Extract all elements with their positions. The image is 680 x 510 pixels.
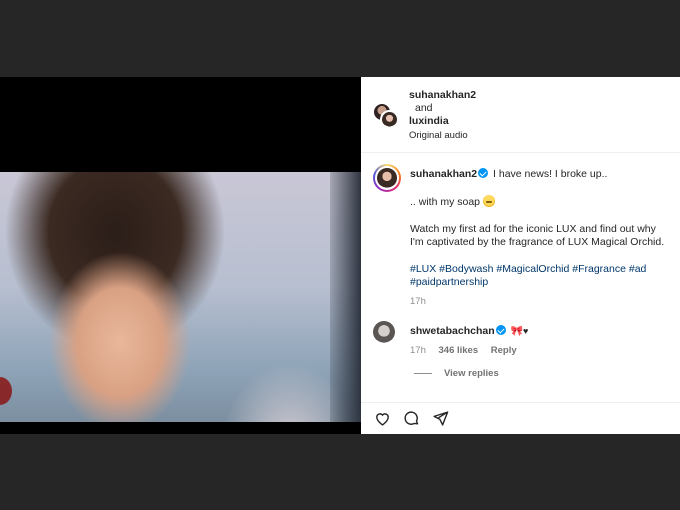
view-replies-button[interactable]: View replies bbox=[414, 368, 499, 379]
grimace-emoji-icon bbox=[483, 195, 496, 207]
post-media[interactable] bbox=[0, 77, 361, 434]
reply-button[interactable]: Reply bbox=[491, 345, 517, 356]
like-button[interactable] bbox=[373, 410, 391, 428]
black-heart-emoji-icon: ♥ bbox=[523, 326, 529, 336]
caption-time[interactable]: 17h bbox=[410, 295, 672, 308]
comment-time[interactable]: 17h bbox=[410, 345, 426, 356]
share-button[interactable] bbox=[431, 410, 449, 428]
caption-line-3: Watch my first ad for the iconic LUX and… bbox=[410, 223, 665, 248]
post-header: suhanakhan2 and luxindia Original audio bbox=[361, 77, 680, 153]
comment-icon bbox=[403, 411, 418, 425]
view-replies-label: View replies bbox=[444, 368, 499, 379]
post-modal: suhanakhan2 and luxindia Original audio … bbox=[0, 77, 680, 434]
caption-hashtags[interactable]: #LUX #Bodywash #MagicalOrchid #Fragrance… bbox=[410, 263, 672, 289]
header-and: and bbox=[415, 102, 433, 114]
divider bbox=[414, 373, 432, 374]
share-icon bbox=[432, 411, 448, 426]
caption-line-1: I have news! I broke up.. bbox=[493, 168, 608, 180]
comment-username[interactable]: shwetabachchan bbox=[410, 325, 495, 337]
collab-text: suhanakhan2 and luxindia Original audio bbox=[409, 89, 476, 142]
post-side-panel: suhanakhan2 and luxindia Original audio … bbox=[361, 77, 680, 434]
heart-icon bbox=[375, 413, 389, 426]
comment-button[interactable] bbox=[402, 410, 420, 428]
comment-avatar[interactable] bbox=[373, 321, 395, 343]
header-username-2[interactable]: luxindia bbox=[409, 115, 476, 128]
collab-avatars[interactable] bbox=[373, 103, 399, 129]
verified-icon bbox=[478, 168, 489, 178]
caption-username[interactable]: suhanakhan2 bbox=[410, 168, 477, 180]
avatar bbox=[380, 110, 399, 129]
header-username-1[interactable]: suhanakhan2 bbox=[409, 89, 476, 102]
verified-icon bbox=[495, 325, 506, 335]
original-audio-link[interactable]: Original audio bbox=[409, 129, 476, 142]
comment-likes[interactable]: 346 likes bbox=[439, 345, 479, 356]
bow-emoji-icon: 🎀 bbox=[510, 326, 523, 337]
caption-avatar[interactable] bbox=[373, 164, 401, 192]
media-bottom-bar bbox=[0, 422, 361, 434]
reel-video[interactable] bbox=[0, 172, 361, 434]
caption-line-2: .. with my soap bbox=[410, 196, 481, 208]
action-bar bbox=[361, 402, 680, 434]
